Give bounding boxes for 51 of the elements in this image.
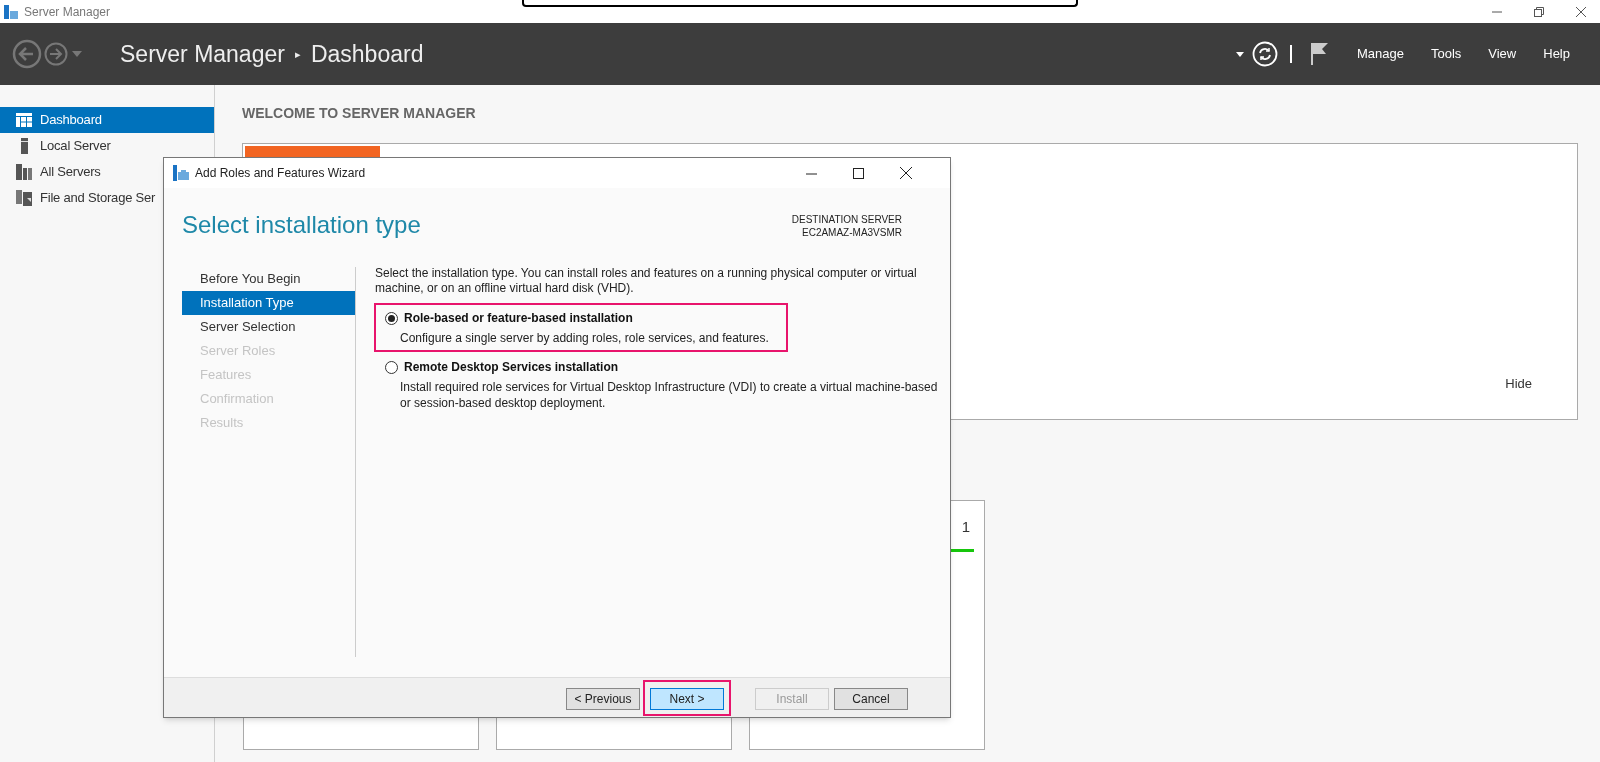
hide-link[interactable]: Hide <box>1505 373 1532 393</box>
dialog-button[interactable]: Next > <box>650 687 724 710</box>
installation-option[interactable]: Role-based or feature-based installation Configure a single server by adding roles, role services, and features. <box>375 304 787 351</box>
page-title: Select installation type <box>182 210 421 240</box>
sidebar-item[interactable]: File and Storage Ser <box>0 185 214 211</box>
close-icon[interactable] <box>1576 6 1586 17</box>
breadcrumb-page: Dashboard <box>310 39 424 69</box>
menu-item[interactable]: View <box>1488 44 1517 64</box>
back-icon[interactable] <box>12 39 42 69</box>
intro-text: Select the installation type. You can install roles and features on a running physical computer or virtual machine, or on an offline virtual hard disk (VHD). <box>375 266 918 296</box>
window-title: Server Manager <box>24 3 111 21</box>
option-label: Role-based or feature-based installation <box>404 310 633 327</box>
destination-server: EC2AMAZ-MA3VSMR <box>802 226 902 239</box>
forward-icon[interactable] <box>44 42 68 66</box>
sidebar-item[interactable]: Dashboard <box>0 107 214 133</box>
sidebar-label: Local Server <box>40 137 111 156</box>
breadcrumb-separator: ▸ <box>294 46 301 62</box>
sidebar-label: Dashboard <box>40 111 102 130</box>
close-icon[interactable] <box>900 167 912 179</box>
breadcrumb-root: Server Manager <box>120 39 285 69</box>
storage-icon <box>16 190 32 206</box>
option-description: Configure a single server by adding roles, role services, and features. <box>400 330 770 346</box>
wizard-step[interactable]: Server Selection <box>182 315 355 339</box>
option-description: Install required role services for Virtual Desktop Infrastructure (VDI) to create a virtual machine-based or session-based desktop deployment. <box>400 379 939 411</box>
installation-option[interactable]: Remote Desktop Services installation Install required role services for Virtual Desktop Infrastructure (VDI) to create a virtual machine-based or session-based desktop deployment. <box>375 353 950 416</box>
flag-icon[interactable] <box>1309 42 1330 66</box>
destination-label: DESTINATION SERVER <box>791 213 902 226</box>
radio-button[interactable] <box>385 311 398 325</box>
app-icon <box>4 4 18 19</box>
dialog-button[interactable]: Cancel <box>834 687 908 710</box>
wizard-icon <box>173 165 189 181</box>
wizard-step[interactable]: Before You Begin <box>182 267 355 291</box>
menu-item[interactable]: Help <box>1543 44 1570 64</box>
servers-icon <box>16 164 32 180</box>
menu-item[interactable]: Manage <box>1356 44 1404 64</box>
sidebar-item[interactable]: Local Server <box>0 133 214 159</box>
radio-button[interactable] <box>385 360 398 374</box>
sidebar-label: All Servers <box>40 163 101 182</box>
tile-count: 1 <box>961 517 971 537</box>
dialog-button[interactable]: < Previous <box>566 687 640 710</box>
refresh-icon[interactable] <box>1251 41 1278 67</box>
welcome-heading: WELCOME TO SERVER MANAGER <box>242 104 477 123</box>
menu-item[interactable]: Tools <box>1430 44 1462 64</box>
restore-icon[interactable] <box>1534 6 1544 17</box>
maximize-icon[interactable] <box>853 167 864 179</box>
sidebar-label: File and Storage Ser <box>40 189 156 208</box>
wizard-step[interactable]: Installation Type <box>182 291 355 315</box>
dashboard-grid-icon <box>16 113 32 127</box>
option-label: Remote Desktop Services installation <box>404 359 619 376</box>
wizard-title: Add Roles and Features Wizard <box>195 165 366 182</box>
dropdown-caret-icon[interactable] <box>1235 51 1244 57</box>
